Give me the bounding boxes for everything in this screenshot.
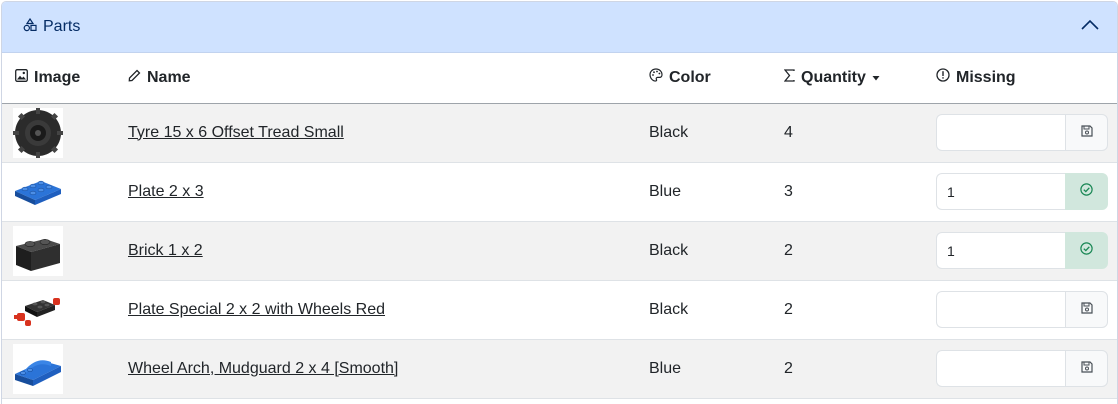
missing-input[interactable] — [936, 350, 1065, 387]
part-color: Black — [649, 300, 689, 318]
sigma-icon — [783, 69, 795, 87]
name-column-label: Name — [147, 68, 191, 86]
part-color: Black — [649, 123, 689, 141]
image-cell — [2, 162, 114, 222]
table-header-row: Image Name Color Quantity Missing — [2, 53, 1117, 104]
panel-title: Parts — [43, 18, 81, 35]
table-row: Plate 2 x 3 Blue 3 — [2, 162, 1117, 222]
quantity-cell: 2 — [769, 221, 921, 281]
part-quantity: 3 — [784, 182, 793, 200]
missing-input-group — [936, 232, 1108, 269]
color-cell: Blue — [635, 162, 769, 222]
floppy-disk-icon — [1080, 124, 1093, 142]
color-cell: Black — [635, 280, 769, 340]
part-image-wheel-arch[interactable] — [13, 343, 63, 394]
missing-input-group — [936, 350, 1108, 387]
part-name-link[interactable]: Wheel Arch, Mudguard 2 x 4 [Smooth] — [128, 360, 398, 377]
caret-down-icon — [872, 69, 880, 87]
missing-input-group — [936, 173, 1108, 210]
quantity-cell: 2 — [769, 339, 921, 399]
name-cell: Brick 1 x 2 — [114, 221, 635, 281]
palette-icon — [649, 68, 663, 87]
missing-cell — [921, 103, 1117, 163]
part-image-plate-wheels[interactable] — [13, 284, 63, 335]
parts-table: Image Name Color Quantity Missing Tyre 1… — [2, 53, 1117, 399]
table-row: Plate Special 2 x 2 with Wheels Red Blac… — [2, 280, 1117, 340]
save-missing-button[interactable] — [1065, 114, 1108, 151]
parts-card: Parts Image Name Color Quantity Missing … — [1, 1, 1118, 404]
image-cell — [2, 103, 114, 163]
missing-cell — [921, 339, 1117, 399]
part-name-link[interactable]: Brick 1 x 2 — [128, 242, 203, 259]
panel-title-group: Parts — [23, 17, 81, 37]
missing-input[interactable] — [936, 114, 1065, 151]
image-icon — [15, 68, 28, 87]
exclamation-circle-icon — [936, 68, 950, 87]
check-circle-icon — [1080, 182, 1093, 201]
part-image-tyre[interactable] — [13, 107, 63, 158]
table-row: Brick 1 x 2 Black 2 — [2, 221, 1117, 281]
quantity-column-header[interactable]: Quantity — [769, 53, 921, 104]
part-name-link[interactable]: Plate 2 x 3 — [128, 183, 204, 200]
missing-column-header[interactable]: Missing — [921, 53, 1117, 104]
floppy-disk-icon — [1080, 360, 1093, 378]
part-quantity: 2 — [784, 300, 793, 318]
part-image-brick-1x2[interactable] — [13, 225, 63, 276]
name-cell: Tyre 15 x 6 Offset Tread Small — [114, 103, 635, 163]
save-missing-button[interactable] — [1065, 350, 1108, 387]
check-circle-icon — [1080, 241, 1093, 260]
missing-input[interactable] — [936, 232, 1065, 269]
table-row: Wheel Arch, Mudguard 2 x 4 [Smooth] Blue… — [2, 339, 1117, 399]
missing-cell — [921, 280, 1117, 340]
quantity-cell: 4 — [769, 103, 921, 163]
color-column-label: Color — [669, 68, 711, 86]
part-quantity: 2 — [784, 359, 793, 377]
color-column-header[interactable]: Color — [635, 53, 769, 104]
name-column-header[interactable]: Name — [114, 53, 635, 104]
part-quantity: 4 — [784, 123, 793, 141]
quantity-cell: 3 — [769, 162, 921, 222]
image-cell — [2, 339, 114, 399]
name-cell: Plate 2 x 3 — [114, 162, 635, 222]
part-name-link[interactable]: Tyre 15 x 6 Offset Tread Small — [128, 124, 344, 141]
collapse-button[interactable] — [1079, 16, 1101, 38]
table-row: Tyre 15 x 6 Offset Tread Small Black 4 — [2, 103, 1117, 163]
missing-input-group — [936, 291, 1108, 328]
missing-input[interactable] — [936, 291, 1065, 328]
part-quantity: 2 — [784, 241, 793, 259]
part-color: Blue — [649, 182, 682, 200]
color-cell: Blue — [635, 339, 769, 399]
saved-missing-button[interactable] — [1065, 173, 1108, 210]
shapes-icon — [23, 17, 37, 37]
missing-input-group — [936, 114, 1108, 151]
image-column-header: Image — [2, 53, 114, 104]
pencil-icon — [128, 69, 141, 87]
parts-panel-header[interactable]: Parts — [2, 2, 1117, 53]
name-cell: Plate Special 2 x 2 with Wheels Red — [114, 280, 635, 340]
image-column-label: Image — [34, 68, 81, 86]
missing-column-label: Missing — [956, 68, 1016, 86]
missing-cell — [921, 162, 1117, 222]
quantity-column-label: Quantity — [801, 68, 866, 86]
save-missing-button[interactable] — [1065, 291, 1108, 328]
chevron-up-icon — [1081, 18, 1099, 36]
color-cell: Black — [635, 221, 769, 281]
name-cell: Wheel Arch, Mudguard 2 x 4 [Smooth] — [114, 339, 635, 399]
image-cell — [2, 221, 114, 281]
part-name-link[interactable]: Plate Special 2 x 2 with Wheels Red — [128, 301, 385, 318]
color-cell: Black — [635, 103, 769, 163]
saved-missing-button[interactable] — [1065, 232, 1108, 269]
floppy-disk-icon — [1080, 301, 1093, 319]
quantity-cell: 2 — [769, 280, 921, 340]
image-cell — [2, 280, 114, 340]
missing-cell — [921, 221, 1117, 281]
part-color: Black — [649, 241, 689, 259]
part-color: Blue — [649, 359, 682, 377]
part-image-plate-2x3[interactable] — [13, 166, 63, 217]
missing-input[interactable] — [936, 173, 1065, 210]
